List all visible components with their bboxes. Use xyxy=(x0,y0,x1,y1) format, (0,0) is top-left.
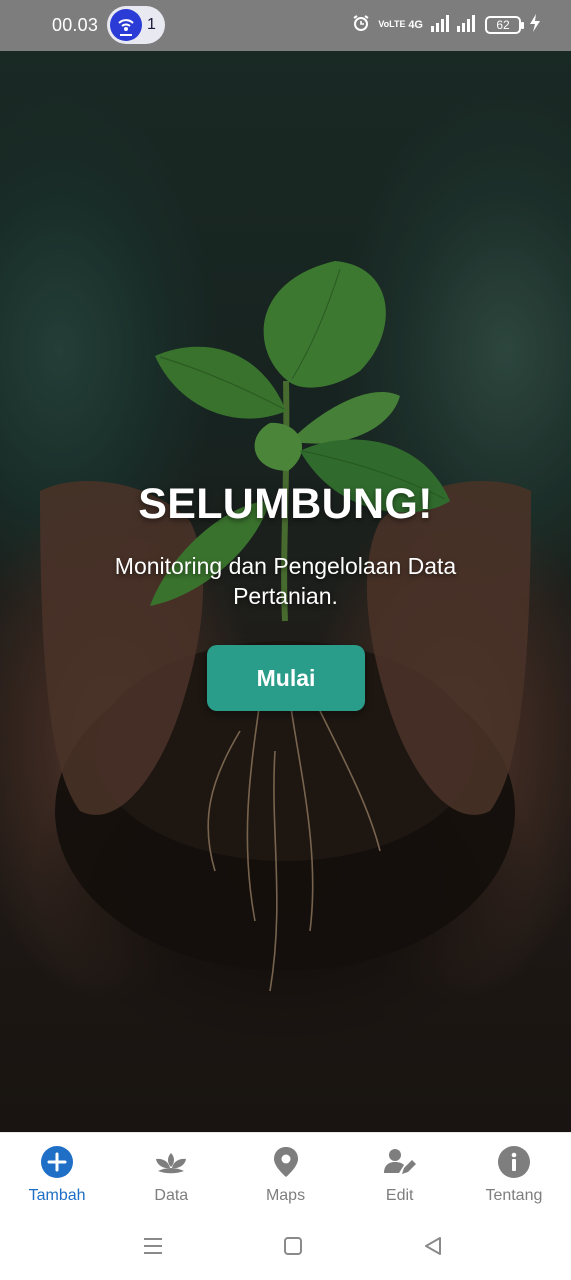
volte-label: VoLTE xyxy=(378,19,406,29)
start-button[interactable]: Mulai xyxy=(207,645,365,711)
hero-background-image: SELUMBUNG! Monitoring dan Pengelolaan Da… xyxy=(0,51,571,1132)
signal-icon xyxy=(431,14,477,35)
plant-icon xyxy=(154,1145,188,1179)
bottom-navigation: Tambah Data Maps Edit Tentang xyxy=(0,1132,571,1220)
app-subtitle: Monitoring dan Pengelolaan Data Pertania… xyxy=(114,553,457,609)
status-time: 00.03 xyxy=(52,15,99,35)
back-icon[interactable] xyxy=(420,1233,446,1259)
nav-label-edit: Edit xyxy=(385,1187,414,1204)
info-icon xyxy=(497,1145,531,1179)
alarm-icon xyxy=(352,14,370,35)
hotspot-icon xyxy=(110,9,142,41)
nav-label-tambah: Tambah xyxy=(28,1187,86,1204)
nav-item-tentang[interactable]: Tentang xyxy=(457,1133,571,1220)
home-icon[interactable] xyxy=(280,1233,306,1259)
nav-item-tambah[interactable]: Tambah xyxy=(0,1133,114,1220)
charging-icon xyxy=(529,14,541,35)
user-edit-icon xyxy=(383,1145,417,1179)
map-pin-icon xyxy=(269,1145,303,1179)
nav-label-data: Data xyxy=(154,1187,189,1204)
status-icons: VoLTE 4G 62 xyxy=(352,14,541,35)
system-navigation-bar xyxy=(0,1220,571,1280)
nav-item-data[interactable]: Data xyxy=(114,1133,228,1220)
nav-item-maps[interactable]: Maps xyxy=(228,1133,342,1220)
nav-label-tentang: Tentang xyxy=(485,1187,543,1204)
nav-item-edit[interactable]: Edit xyxy=(343,1133,457,1220)
hotspot-count: 1 xyxy=(147,16,156,33)
app-title: SELUMBUNG! xyxy=(138,480,433,528)
battery-icon: 62 xyxy=(485,15,524,34)
plus-circle-icon xyxy=(40,1145,74,1179)
status-bar: 00.03 1 VoLTE 4G 62 xyxy=(0,0,571,51)
network-label: 4G xyxy=(408,18,423,31)
hotspot-indicator[interactable]: 1 xyxy=(107,6,165,44)
menu-icon[interactable] xyxy=(140,1233,166,1259)
nav-label-maps: Maps xyxy=(265,1187,306,1204)
